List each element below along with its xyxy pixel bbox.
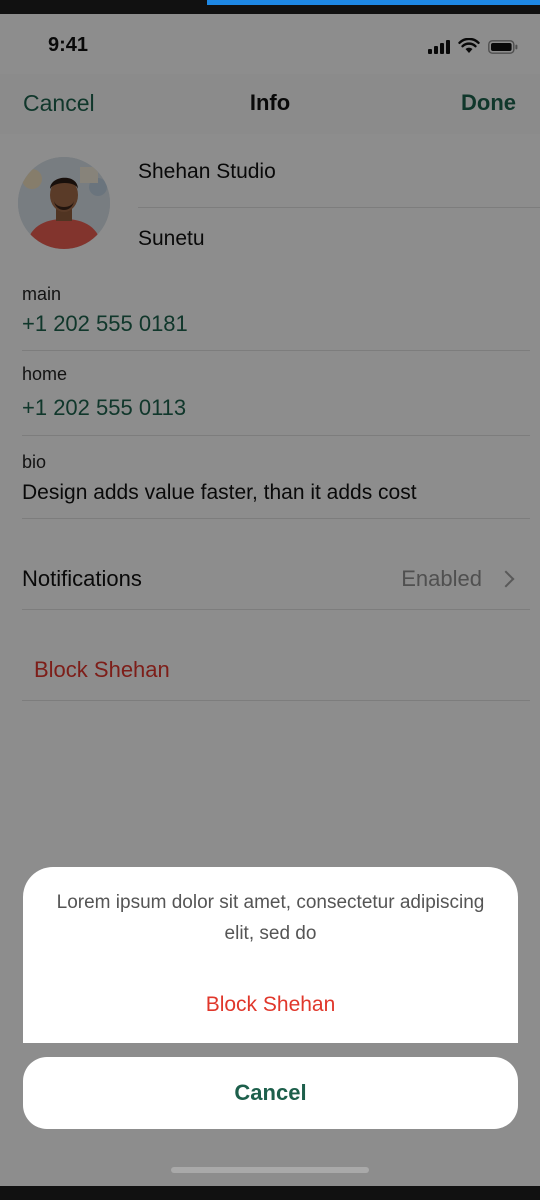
home-indicator[interactable] (171, 1167, 369, 1173)
phone-screen: 9:41 Cancel Info Done Shehan Studio Sune… (0, 14, 540, 1186)
top-bezel (0, 0, 540, 14)
top-accent-bar (207, 0, 540, 5)
action-sheet: Lorem ipsum dolor sit amet, consectetur … (23, 867, 518, 1043)
action-sheet-cancel-button[interactable]: Cancel (23, 1057, 518, 1129)
action-sheet-message: Lorem ipsum dolor sit amet, consectetur … (56, 892, 485, 944)
block-contact-button[interactable]: Block Shehan (23, 993, 518, 1017)
bottom-bezel (0, 1186, 540, 1200)
